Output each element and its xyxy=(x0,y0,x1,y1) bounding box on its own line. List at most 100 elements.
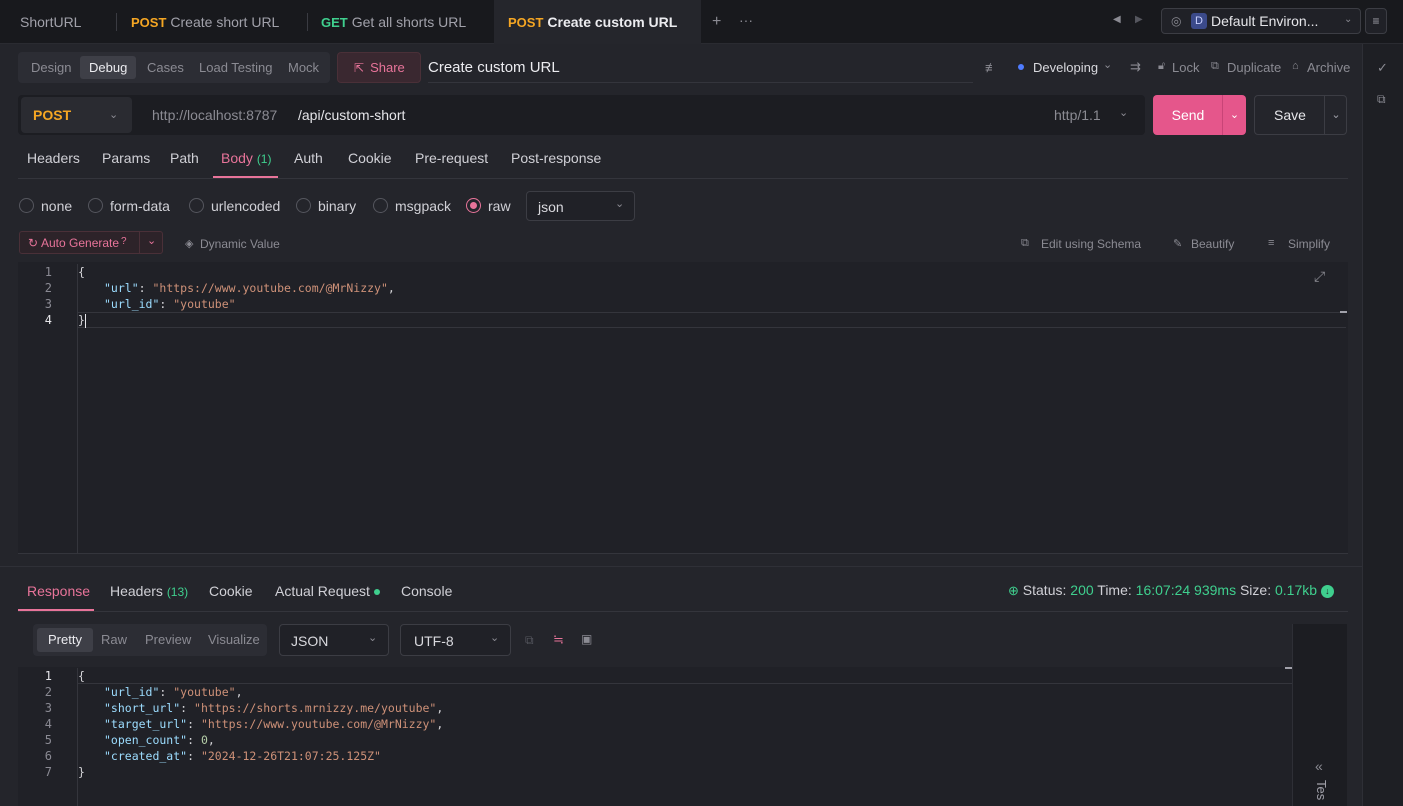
radio-form-data[interactable] xyxy=(88,198,103,213)
divider xyxy=(139,232,140,253)
save-icon[interactable]: ▣ xyxy=(581,632,592,646)
tab-body[interactable]: Body (1) xyxy=(221,150,271,166)
view-visualize[interactable]: Visualize xyxy=(208,628,260,652)
base-url[interactable]: http://localhost:8787 xyxy=(152,107,277,123)
share-button[interactable]: ⇱ Share xyxy=(337,52,421,83)
add-tab-icon[interactable]: + xyxy=(712,13,721,31)
code-icon[interactable]: ⧉ xyxy=(1377,92,1386,107)
response-meta: ⊕ Status: 200 Time: 16:07:24 939ms Size:… xyxy=(1008,582,1334,599)
body-format-select[interactable]: json ⌄ xyxy=(526,191,635,221)
expand-icon[interactable]: ⤢ xyxy=(1314,268,1325,285)
code-line: "short_url": "https://shorts.mrnizzy.me/… xyxy=(104,701,444,715)
dynamic-value-button[interactable]: Dynamic Value xyxy=(200,237,280,251)
lock-button[interactable]: Lock xyxy=(1172,60,1199,75)
duplicate-button[interactable]: Duplicate xyxy=(1227,60,1281,75)
radio-binary[interactable] xyxy=(296,198,311,213)
method-selector[interactable]: POST ⌄ xyxy=(21,97,132,133)
http-version-selector[interactable]: http/1.1 xyxy=(1054,107,1101,123)
scroll-left-icon[interactable]: ◀ xyxy=(1113,14,1121,25)
tab-response-cookie[interactable]: Cookie xyxy=(209,583,253,599)
text-cursor xyxy=(85,314,86,328)
view-raw[interactable]: Raw xyxy=(101,628,127,652)
mode-design[interactable]: Design xyxy=(22,56,80,79)
archive-button[interactable]: Archive xyxy=(1307,60,1350,75)
collapse-left-icon[interactable]: « xyxy=(1315,758,1323,774)
mode-mock[interactable]: Mock xyxy=(279,56,328,79)
mode-debug[interactable]: Debug xyxy=(80,56,137,79)
tab-cookie[interactable]: Cookie xyxy=(348,150,392,166)
json-value: "https://shorts.mrnizzy.me/youtube" xyxy=(194,701,437,715)
json-key: "open_count" xyxy=(104,733,188,747)
response-format-select[interactable]: JSON ⌄ xyxy=(279,624,389,656)
json-value: 0 xyxy=(200,733,208,747)
chevron-down-icon[interactable]: ⌄ xyxy=(1325,96,1347,134)
save-button[interactable]: Save ⌄ xyxy=(1254,95,1347,135)
tab-post-response[interactable]: Post-response xyxy=(511,150,601,166)
radio-raw[interactable] xyxy=(466,198,481,213)
tab-response-headers[interactable]: Headers (13) xyxy=(110,583,188,599)
chevron-down-icon[interactable]: ⌄ xyxy=(1223,95,1246,135)
tab-bar: ShortURL POST Create short URL GET Get all… xyxy=(0,0,1403,44)
simplify-button[interactable]: Simplify xyxy=(1288,237,1330,251)
menu-icon[interactable]: ≡ xyxy=(1365,8,1387,34)
schema-icon: ⧉ xyxy=(1021,237,1029,249)
download-icon[interactable]: ↓ xyxy=(1320,584,1334,598)
response-duration: 939ms xyxy=(1194,582,1237,598)
line-number: 5 xyxy=(44,733,52,747)
chevron-down-icon: ⌄ xyxy=(1119,107,1129,119)
radio-label: form-data xyxy=(110,198,170,214)
edit-schema-button[interactable]: Edit using Schema xyxy=(1041,237,1141,251)
json-value: "2024-12-26T21:07:25.125Z" xyxy=(200,749,381,763)
share-icon: ⇱ xyxy=(354,61,365,75)
tab-create-short-url[interactable]: POST Create short URL xyxy=(117,0,307,44)
radio-urlencoded[interactable] xyxy=(189,198,204,213)
radio-label: binary xyxy=(318,198,357,214)
method-label: POST xyxy=(131,15,167,30)
share-label: Share xyxy=(370,60,405,75)
divider xyxy=(18,178,1348,179)
refresh-icon: ↻ xyxy=(28,236,39,250)
chevron-down-icon[interactable]: ⌄ xyxy=(147,234,156,247)
environment-selector[interactable]: ◎ D Default Environ... ⌄ xyxy=(1161,8,1361,34)
code-brace: { xyxy=(78,669,85,683)
tab-get-all-shorts[interactable]: GET Get all shorts URL xyxy=(307,0,493,44)
tab-auth[interactable]: Auth xyxy=(294,150,323,166)
response-format-value: JSON xyxy=(291,633,329,649)
url-path-input[interactable]: /api/custom-short xyxy=(298,107,405,123)
tab-params[interactable]: Params xyxy=(102,150,150,166)
edit-status-icon[interactable]: ≢ xyxy=(985,60,998,75)
json-key: "url" xyxy=(104,281,139,295)
mode-load-testing[interactable]: Load Testing xyxy=(190,56,282,79)
simplify-icon: ≡ xyxy=(1268,237,1275,249)
tab-project[interactable]: ShortURL xyxy=(6,0,112,44)
radio-label: none xyxy=(41,198,73,214)
check-circle-icon[interactable]: ✓ xyxy=(1377,60,1388,76)
view-preview[interactable]: Preview xyxy=(145,628,191,652)
beautify-button[interactable]: Beautify xyxy=(1191,237,1234,251)
scroll-right-icon[interactable]: ▶ xyxy=(1135,14,1143,25)
auto-generate-button[interactable]: ↻ Auto Generate ? ⌄ xyxy=(19,231,163,254)
tab-path[interactable]: Path xyxy=(170,150,199,166)
tests-side-panel[interactable]: « Tes xyxy=(1292,624,1347,806)
more-tabs-icon[interactable]: ··· xyxy=(739,12,753,28)
tab-actual-request[interactable]: Actual Request xyxy=(275,583,380,599)
mode-switcher: Design Debug Cases Load Testing Mock xyxy=(18,52,330,83)
tab-create-custom-url[interactable]: POST Create custom URL xyxy=(494,0,701,44)
code-brace: { xyxy=(78,265,85,279)
view-pretty[interactable]: Pretty xyxy=(37,628,93,652)
response-encoding-select[interactable]: UTF-8 ⌄ xyxy=(400,624,511,656)
wrap-icon[interactable]: ≒ xyxy=(553,632,564,648)
align-icon[interactable]: ⇉ xyxy=(1130,59,1141,75)
send-button[interactable]: Send ⌄ xyxy=(1153,95,1246,135)
radio-msgpack[interactable] xyxy=(373,198,388,213)
endpoint-name[interactable]: Create custom URL xyxy=(428,59,560,76)
tab-pre-request[interactable]: Pre-request xyxy=(415,150,488,166)
mode-cases[interactable]: Cases xyxy=(138,56,193,79)
radio-none[interactable] xyxy=(19,198,34,213)
tab-console[interactable]: Console xyxy=(401,583,452,599)
status-selector[interactable]: Developing xyxy=(1033,60,1098,75)
tab-headers[interactable]: Headers xyxy=(27,150,80,166)
copy-icon[interactable]: ⧉ xyxy=(525,633,534,648)
tab-response[interactable]: Response xyxy=(27,583,90,599)
chevron-down-icon: ⌄ xyxy=(1344,14,1353,25)
